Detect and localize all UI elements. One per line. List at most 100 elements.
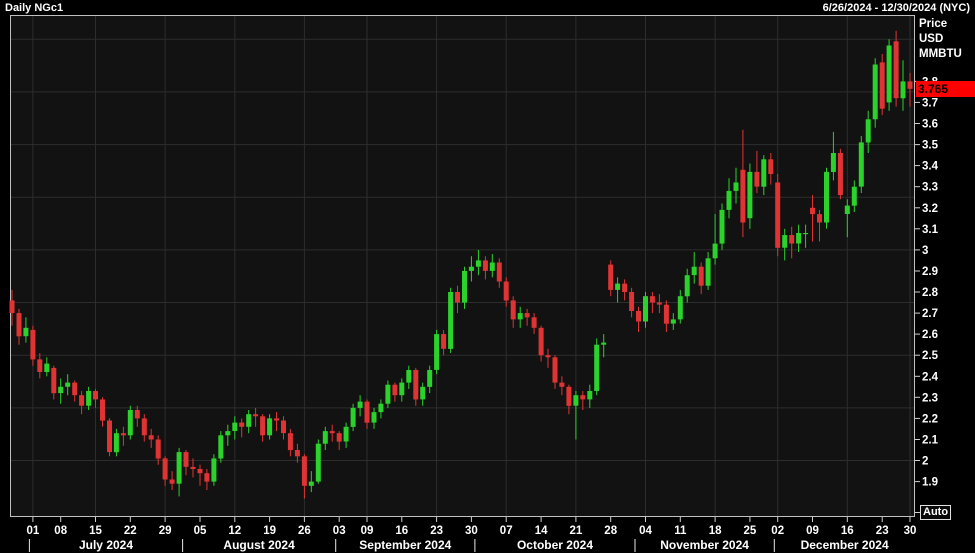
day-tick-label: 30	[465, 525, 478, 537]
unit-line-usd: USD	[919, 32, 962, 47]
candle-body	[413, 370, 418, 400]
candle-body	[761, 159, 766, 186]
candle-body	[260, 416, 265, 435]
candle-body	[817, 214, 822, 222]
day-tick-label: 11	[674, 525, 687, 537]
candle-body	[10, 300, 15, 313]
candle-body	[225, 431, 230, 435]
day-tick-label: 07	[500, 525, 513, 537]
candle-body	[740, 170, 745, 223]
candle-body	[789, 235, 794, 243]
price-tick-label: 3.7	[922, 97, 938, 109]
day-tick-label: 30	[904, 525, 917, 537]
candle-body	[107, 421, 112, 453]
candle-body	[163, 458, 168, 479]
candle-body	[559, 383, 564, 387]
candle-body	[239, 423, 244, 427]
candle-body	[713, 244, 718, 259]
candlestick-chart[interactable]: 3.83.73.63.53.43.33.23.132.92.82.72.62.5…	[0, 0, 975, 553]
day-tick-label: 02	[771, 525, 784, 537]
candle-body	[462, 271, 467, 303]
candle-body	[114, 433, 119, 452]
month-label: September 2024	[359, 538, 451, 552]
candle-body	[316, 444, 321, 482]
candle-body	[23, 328, 28, 336]
candle-body	[859, 142, 864, 186]
candle-body	[281, 421, 286, 434]
terminal-chart-window: Daily NGc1 6/26/2024 - 12/30/2024 (NYC) …	[0, 0, 975, 553]
candle-body	[469, 267, 474, 271]
month-label: July 2024	[79, 538, 133, 552]
price-tick-label: 2.6	[922, 329, 938, 341]
candle-body	[845, 206, 850, 214]
month-label: December 2024	[801, 538, 889, 552]
day-tick-label: 05	[194, 525, 207, 537]
candle-body	[483, 260, 488, 271]
candle-body	[135, 410, 140, 418]
candle-body	[323, 431, 328, 444]
candle-body	[553, 357, 558, 382]
candle-body	[706, 258, 711, 285]
candle-body	[803, 233, 808, 234]
candle-body	[344, 427, 349, 442]
candle-body	[274, 418, 279, 420]
day-tick-label: 12	[228, 525, 241, 537]
day-tick-label: 23	[430, 525, 443, 537]
candle-body	[93, 391, 98, 399]
candle-body	[385, 385, 390, 404]
candle-body	[177, 452, 182, 484]
candle-body	[908, 81, 913, 88]
candle-body	[211, 458, 216, 481]
day-tick-label: 04	[639, 525, 652, 537]
candle-body	[657, 303, 662, 305]
candle-body	[754, 172, 759, 187]
candle-body	[608, 265, 613, 290]
day-tick-label: 19	[263, 525, 276, 537]
last-price-badge: 3.765	[916, 81, 975, 97]
candle-body	[204, 473, 209, 481]
price-tick-label: 1.9	[922, 477, 938, 489]
candle-body	[184, 452, 189, 467]
candle-body	[128, 410, 133, 435]
candle-body	[58, 387, 63, 393]
candle-body	[448, 292, 453, 349]
price-tick-label: 2.5	[922, 350, 939, 362]
price-tick-label: 2.7	[922, 308, 938, 320]
candle-body	[337, 433, 342, 441]
candle-body	[72, 383, 77, 396]
candle-body	[580, 395, 585, 399]
candle-body	[17, 313, 22, 336]
candle-body	[253, 414, 258, 416]
candle-body	[30, 330, 35, 360]
candle-body	[594, 345, 599, 391]
candle-body	[650, 296, 655, 302]
candle-body	[302, 456, 307, 486]
price-tick-label: 3.1	[922, 224, 939, 236]
candle-body	[685, 275, 690, 296]
candle-body	[518, 313, 523, 319]
day-tick-label: 14	[535, 525, 548, 537]
candle-body	[546, 355, 551, 357]
candle-body	[894, 41, 899, 98]
candle-body	[490, 263, 495, 271]
candle-body	[156, 440, 161, 459]
candle-body	[44, 364, 49, 372]
candle-body	[573, 395, 578, 406]
day-tick-label: 21	[570, 525, 583, 537]
candle-body	[810, 208, 815, 214]
auto-scale-button[interactable]: Auto	[920, 505, 951, 520]
candle-body	[629, 292, 634, 311]
unit-line-mmbtu: MMBTU	[919, 47, 962, 62]
day-tick-label: 26	[298, 525, 311, 537]
price-tick-label: 2.9	[922, 266, 938, 278]
candle-body	[149, 435, 154, 439]
price-tick-label: 3.6	[922, 119, 938, 131]
month-label: August 2024	[223, 538, 295, 552]
price-tick-label: 3.3	[922, 182, 938, 194]
candle-body	[824, 172, 829, 223]
candle-body	[692, 267, 697, 275]
day-tick-label: 03	[333, 525, 346, 537]
candle-body	[532, 317, 537, 328]
candle-body	[246, 414, 251, 427]
day-tick-label: 16	[395, 525, 408, 537]
